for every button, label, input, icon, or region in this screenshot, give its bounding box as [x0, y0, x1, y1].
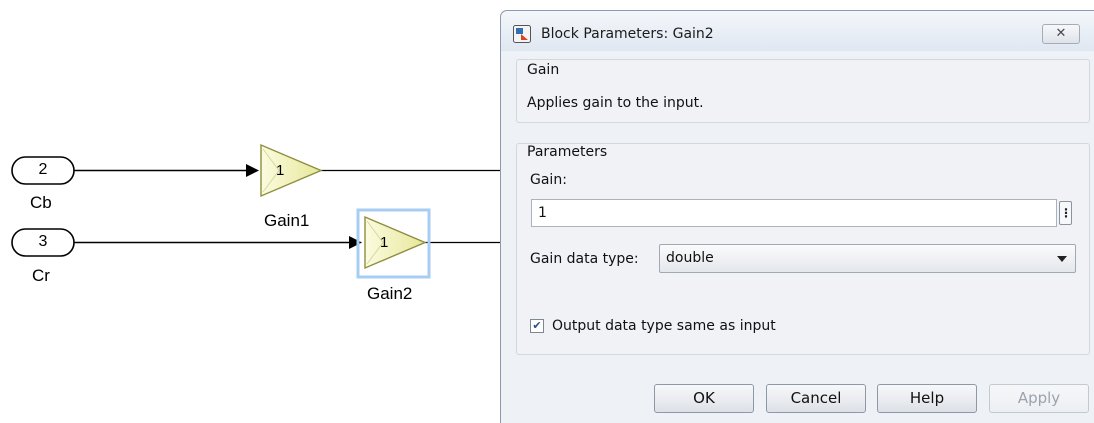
inport-cr-label[interactable]: Cr: [32, 266, 50, 286]
close-button[interactable]: ✕: [1042, 24, 1080, 44]
checkmark-icon: ✔: [532, 319, 542, 332]
simulink-canvas[interactable]: 2 Cb 3 Cr 1 Gain1 1 Gain2: [0, 0, 510, 423]
gain1-block: [260, 143, 323, 198]
close-icon: ✕: [1055, 26, 1067, 41]
cancel-button[interactable]: Cancel: [766, 384, 866, 413]
arrowhead-gain2: [349, 236, 362, 249]
dropdown-arrow-icon: [1057, 256, 1067, 262]
output-same-type-label[interactable]: Output data type same as input: [552, 318, 776, 334]
description-group-title: Gain: [527, 62, 560, 78]
description-text: Applies gain to the input.: [527, 95, 704, 111]
simulink-app-icon: [513, 25, 531, 43]
description-group: Gain Applies gain to the input.: [516, 59, 1090, 123]
gain-data-type-value: double: [666, 250, 714, 266]
output-same-type-checkbox[interactable]: ✔: [530, 319, 544, 333]
inport-cb-label[interactable]: Cb: [30, 193, 52, 213]
dialog-titlebar[interactable]: Block Parameters: Gain2 ✕: [501, 11, 1094, 51]
gain1-label[interactable]: Gain1: [264, 211, 309, 231]
arrowhead-gain1: [246, 164, 259, 177]
help-button[interactable]: Help: [877, 384, 977, 413]
dialog-title: Block Parameters: Gain2: [541, 26, 714, 42]
gain-input[interactable]: 1: [531, 199, 1057, 227]
gain2-block: [364, 215, 427, 270]
diagram-graphics: [11, 143, 510, 279]
parameters-group-title: Parameters: [527, 144, 608, 160]
gain1-value: 1: [276, 162, 285, 179]
gain-data-type-label: Gain data type:: [530, 251, 639, 267]
ok-button[interactable]: OK: [654, 384, 754, 413]
gain2-value: 1: [380, 234, 389, 251]
apply-button[interactable]: Apply: [989, 384, 1089, 413]
gain2-label[interactable]: Gain2: [367, 284, 412, 304]
inport-cb-number: 2: [38, 161, 48, 178]
gain-label: Gain:: [530, 172, 567, 188]
gain-data-type-select[interactable]: double: [659, 244, 1076, 273]
block-parameters-dialog: Block Parameters: Gain2 ✕ Gain Applies g…: [500, 10, 1094, 423]
vertical-ellipsis-icon: ⋮: [1060, 206, 1072, 220]
inport-cr-number: 3: [38, 233, 48, 250]
gain-more-options-button[interactable]: ⋮: [1059, 201, 1072, 225]
